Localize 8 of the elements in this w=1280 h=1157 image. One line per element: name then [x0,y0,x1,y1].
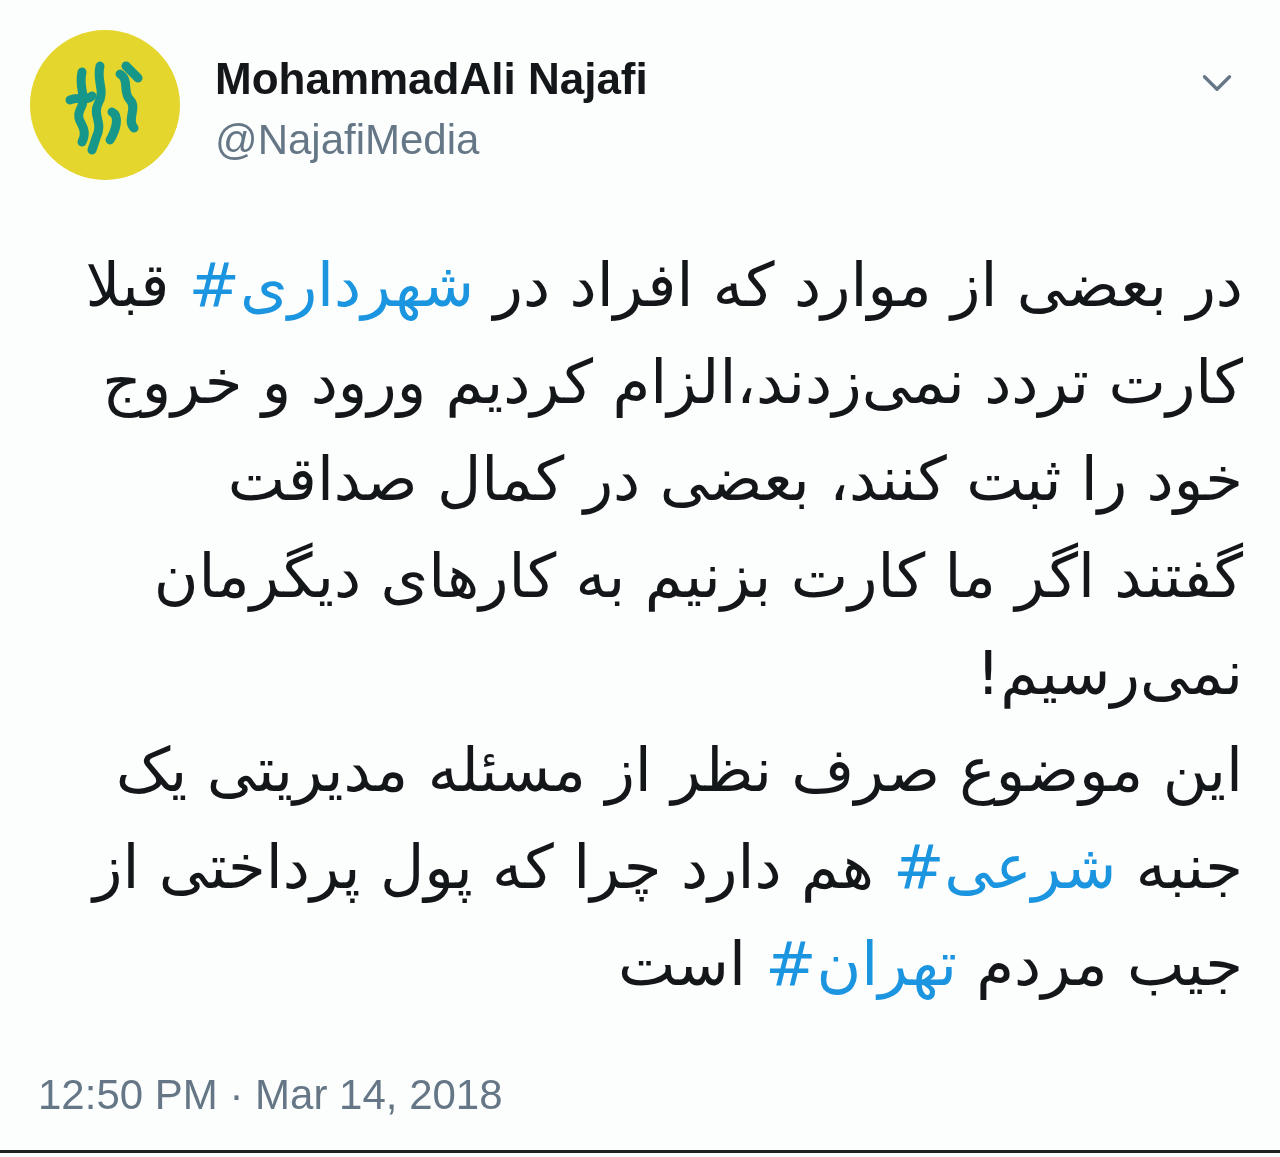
hashtag-link[interactable]: #شرعی [893,831,1117,902]
tweet-text: در بعضی از موارد که افراد در #شهرداری قبلا کارت تردد نمی‌زدند،الزام کردیم ورود و خروج خود را ثبت کنند، بعضی در کمال صداقت گفتند اگر ما کارت بزنیم به کارهای دیگرمان نمی‌رسیم! این موضوع صرف نظر از مسئله مدیریتی یک جنبه #شرعی هم دارد چرا که پول پرداختی از جیب مردم #تهران است [84,248,1244,1002]
hashtag-link[interactable]: #شهرداری [188,249,475,320]
tweet-timestamp[interactable]: 12:50 PM · Mar 14, 2018 [38,1070,503,1120]
author-handle[interactable]: @NajafiMedia [215,114,648,166]
calligraphy-logo-icon [30,30,180,180]
hashtag-link[interactable]: #تهران [765,928,957,999]
author-name[interactable]: MohammadAli Najafi [215,52,648,106]
